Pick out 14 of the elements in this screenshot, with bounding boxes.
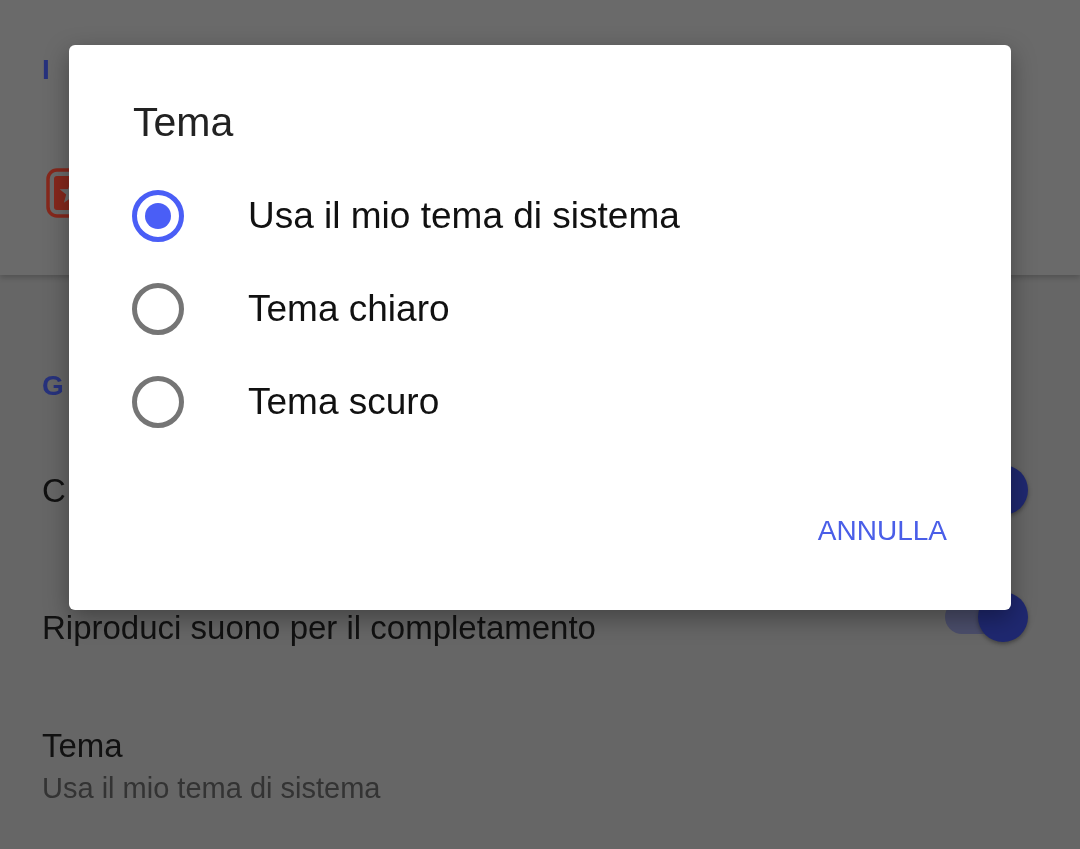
radio-button[interactable] — [132, 375, 184, 428]
star-tile-icon — [46, 168, 69, 218]
setting-label: C — [42, 473, 66, 507]
option-label[interactable]: Tema scuro — [248, 379, 440, 424]
cancel-button[interactable]: ANNULLA — [801, 503, 963, 559]
radio-button[interactable] — [132, 282, 184, 335]
setting-label: Riproduci suono per il completamento — [42, 611, 596, 644]
option-label[interactable]: Usa il mio tema di sistema — [248, 193, 680, 238]
option-label[interactable]: Tema chiaro — [248, 286, 450, 331]
section-header: G — [42, 369, 64, 403]
setting-label: Tema — [42, 726, 123, 766]
section-header: I — [42, 53, 50, 87]
radio-button[interactable] — [132, 189, 184, 242]
dialog-title: Tema — [133, 98, 234, 146]
